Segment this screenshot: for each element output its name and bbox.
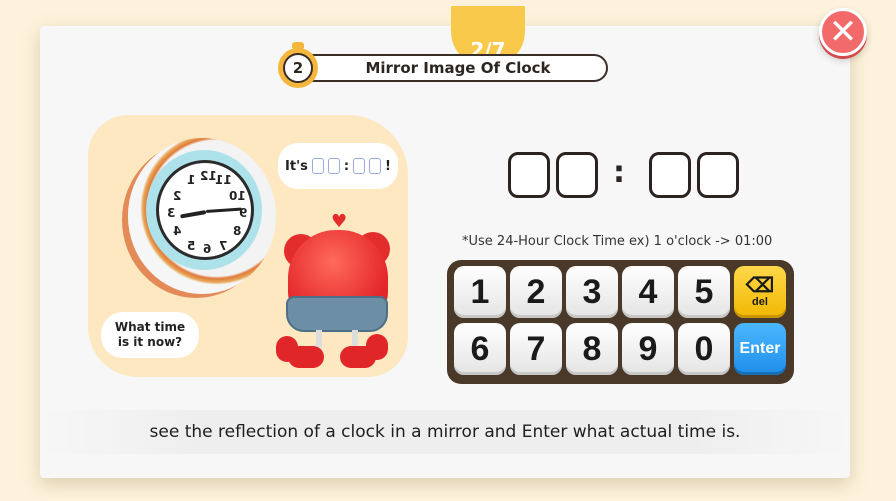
minute-input[interactable] [649,152,739,198]
hint-text: *Use 24-Hour Clock Time ex) 1 o'clock ->… [462,234,773,249]
key-5[interactable]: 5 [678,266,730,318]
clock-number: 3 [167,206,176,220]
clock-number: 6 [203,242,212,256]
question-title: Mirror Image Of Clock [286,54,608,82]
question-line-1: What time [114,320,186,334]
clock-number: 5 [187,239,196,253]
character-hand [366,334,388,360]
enter-button[interactable]: Enter [734,323,786,375]
clock-number: 4 [173,224,182,238]
bubble-suffix: ! [385,158,391,174]
mini-digit-box [369,158,382,174]
key-3[interactable]: 3 [566,266,618,318]
mini-digit-box [353,158,366,174]
clock-number: 11 [215,173,232,187]
hour-digit-box[interactable] [508,152,550,198]
close-x-icon: ✕ [828,12,858,52]
hour-hand [180,210,207,219]
key-0[interactable]: 0 [678,323,730,375]
mini-digit-box [311,158,324,174]
bubble-colon: : [343,158,350,174]
minute-hand [205,207,243,213]
bubble-prefix: It's [285,158,308,174]
key-1[interactable]: 1 [454,266,506,318]
delete-label: del [752,296,768,308]
heart-icon: ♥ [331,211,348,232]
clock-number: 7 [219,239,228,253]
key-6[interactable]: 6 [454,323,506,375]
question-speech-bubble: What time is it now? [101,312,199,358]
key-4[interactable]: 4 [622,266,674,318]
key-2[interactable]: 2 [510,266,562,318]
backspace-icon: ⌫ [745,275,775,297]
close-button[interactable]: ✕ [819,8,867,56]
clock-number: 1 [187,173,196,187]
answer-speech-bubble: It's : ! [278,143,398,189]
hour-input[interactable] [508,152,598,198]
delete-button[interactable]: ⌫ del [734,266,786,318]
clock-number: 8 [233,224,242,238]
mirrored-clock-face: 12 1 2 3 4 5 6 7 8 9 10 11 [156,160,254,260]
clock-number: 2 [173,189,182,203]
character-pants [286,296,388,332]
key-7[interactable]: 7 [510,323,562,375]
question-line-2: is it now? [117,335,183,349]
minute-digit-box[interactable] [697,152,739,198]
hour-digit-box[interactable] [556,152,598,198]
instruction-text: see the reflection of a clock in a mirro… [40,410,850,454]
answer-colon: : [613,155,625,190]
stopwatch-icon: 2 [278,48,318,88]
number-keypad: 1 2 3 4 5 ⌫ del 6 7 8 9 0 Enter [447,260,794,384]
character-hand [276,336,298,362]
mini-digit-box [327,158,340,174]
minute-digit-box[interactable] [649,152,691,198]
key-8[interactable]: 8 [566,323,618,375]
step-number: 2 [283,53,313,83]
clock-number: 10 [229,189,246,203]
key-9[interactable]: 9 [622,323,674,375]
